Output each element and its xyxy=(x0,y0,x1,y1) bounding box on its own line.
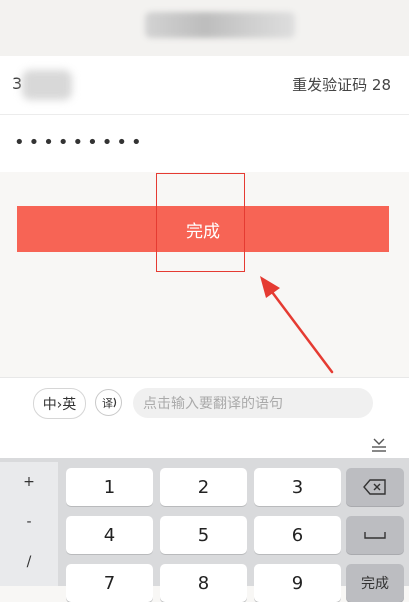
password-masked-value: ••••••••• xyxy=(14,132,146,153)
done-button[interactable]: 完成 xyxy=(17,206,389,252)
translate-toolbar: 中›英 译 点击输入要翻译的语句 xyxy=(0,377,409,429)
collapse-keyboard-icon[interactable] xyxy=(369,434,389,454)
keyboard-done-key[interactable]: 完成 xyxy=(346,564,404,602)
translate-placeholder: 点击输入要翻译的语句 xyxy=(143,396,283,412)
password-field[interactable]: ••••••••• xyxy=(0,115,409,172)
digit-key-6[interactable]: 6 xyxy=(254,516,341,554)
digit-key-9[interactable]: 9 xyxy=(254,564,341,602)
blurred-page-title xyxy=(145,12,295,38)
symbol-key-plus[interactable]: + xyxy=(0,474,58,490)
svg-text:译: 译 xyxy=(102,397,113,410)
digit-key-8[interactable]: 8 xyxy=(160,564,247,602)
backspace-key[interactable] xyxy=(346,468,404,506)
digit-key-1[interactable]: 1 xyxy=(66,468,153,506)
symbol-column: + - / xyxy=(0,462,58,586)
language-toggle[interactable]: 中›英 xyxy=(33,388,86,419)
space-key[interactable] xyxy=(346,516,404,554)
numeric-keyboard: + - / 1 2 3 4 5 6 7 8 9 完成 xyxy=(0,428,409,602)
translate-input[interactable]: 点击输入要翻译的语句 xyxy=(133,388,373,418)
translate-icon[interactable]: 译 xyxy=(94,388,123,417)
digit-key-7[interactable]: 7 xyxy=(66,564,153,602)
digit-key-5[interactable]: 5 xyxy=(160,516,247,554)
digit-key-3[interactable]: 3 xyxy=(254,468,341,506)
digit-key-4[interactable]: 4 xyxy=(66,516,153,554)
symbol-key-slash[interactable]: / xyxy=(0,554,58,570)
top-bar xyxy=(0,0,409,56)
symbol-key-minus[interactable]: - xyxy=(0,514,58,530)
space-icon xyxy=(364,532,386,539)
digit-key-2[interactable]: 2 xyxy=(160,468,247,506)
resend-code-button[interactable]: 重发验证码 28 xyxy=(292,74,391,95)
annotation-arrow-icon xyxy=(260,276,334,374)
phone-number-prefix: 3 xyxy=(12,74,23,93)
keyboard-top-bar xyxy=(0,428,409,458)
backspace-icon xyxy=(363,479,386,495)
phone-number-redacted xyxy=(22,70,72,100)
phone-number-row[interactable]: 3 重发验证码 28 xyxy=(0,56,409,115)
